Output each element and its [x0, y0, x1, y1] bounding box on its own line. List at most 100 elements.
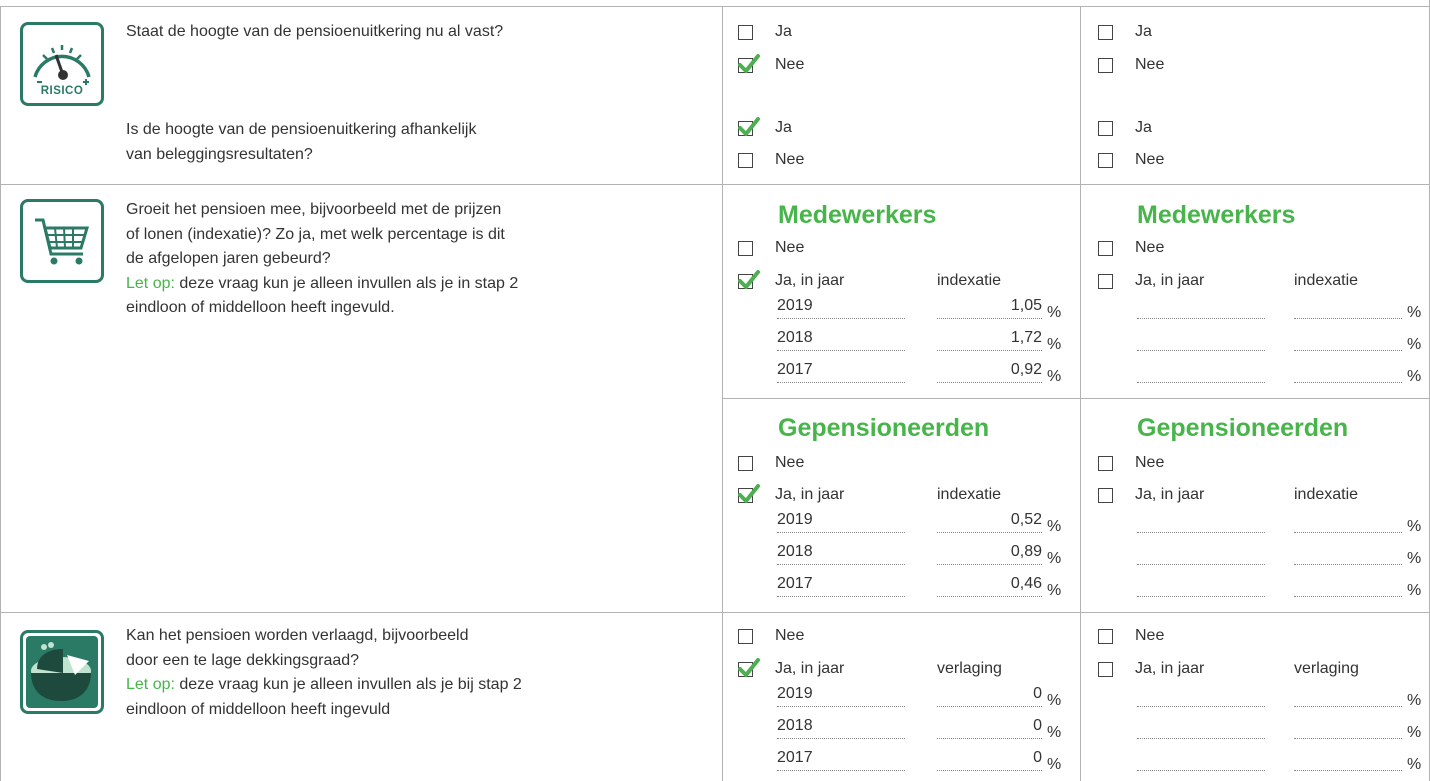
gepensioneerden-ja-checkbox-col2[interactable]: [1098, 488, 1113, 503]
gepensioneerden-nee-label-col1: Nee: [775, 454, 805, 471]
dotted-line: [937, 770, 1042, 771]
dotted-line: [777, 318, 905, 319]
beleggingen-ja-label-col1: Ja: [775, 119, 792, 136]
beleggingen-ja-checkbox-col1[interactable]: [738, 117, 760, 136]
question-indexatie-line5: eindloon of middelloon heeft ingevuld.: [126, 299, 395, 316]
question-beleggingen-line2: van beleggingsresultaten?: [126, 145, 313, 163]
percent-sign: %: [1407, 304, 1422, 321]
percent-sign: %: [1407, 582, 1422, 599]
year-field[interactable]: [1137, 350, 1265, 351]
check-icon: [738, 117, 760, 136]
question-verlaging-line1: Kan het pensioen worden verlaagd, bijvoo…: [126, 627, 469, 644]
check-icon: [738, 484, 760, 503]
dotted-line: [937, 382, 1042, 383]
question-verlaging: Kan het pensioen worden verlaagd, bijvoo…: [126, 624, 522, 722]
gepensioneerden-ja-label-col1: Ja, in jaar: [775, 486, 845, 503]
verlaging-ja-checkbox-col2[interactable]: [1098, 662, 1113, 677]
medewerkers-indexatie-header-col1: indexatie: [937, 272, 1002, 289]
percentage-field[interactable]: [1294, 706, 1402, 707]
percentage-field[interactable]: [1294, 532, 1402, 533]
dotted-line: [777, 564, 905, 565]
verlaging-value-2019: 0: [1033, 685, 1042, 702]
vast-nee-checkbox-col1[interactable]: [738, 54, 760, 73]
gepensioneerden-nee-checkbox-col1[interactable]: [738, 456, 753, 471]
medewerkers-nee-checkbox-col2[interactable]: [1098, 241, 1113, 256]
gepensioneerden-nee-checkbox-col2[interactable]: [1098, 456, 1113, 471]
beleggingen-nee-label-col1: Nee: [775, 151, 805, 168]
beleggingen-nee-label-col2: Nee: [1135, 151, 1165, 168]
percent-sign: %: [1047, 724, 1062, 741]
question-verlaging-line3: deze vraag kun je alleen invullen als je…: [174, 676, 522, 693]
verlaging-year-2019: 2019: [777, 685, 813, 702]
check-icon: [738, 270, 760, 289]
beleggingen-ja-checkbox-col2[interactable]: [1098, 121, 1113, 136]
question-indexatie-line4: deze vraag kun je alleen invullen als je…: [174, 274, 519, 292]
dotted-line: [777, 706, 905, 707]
gepensioneerden-value-2019: 0,52: [1010, 511, 1042, 528]
year-field[interactable]: [1137, 564, 1265, 565]
vast-ja-checkbox-col2[interactable]: [1098, 25, 1113, 40]
percent-sign: %: [1047, 336, 1062, 353]
beleggingen-nee-checkbox-col1[interactable]: [738, 153, 753, 168]
medewerkers-value-2018: 1,72: [1010, 329, 1042, 346]
verlaging-nee-checkbox-col2[interactable]: [1098, 629, 1113, 644]
medewerkers-year-2019: 2019: [777, 297, 813, 314]
percent-sign: %: [1407, 692, 1422, 709]
medewerkers-year-2018: 2018: [777, 329, 813, 346]
year-field[interactable]: [1137, 318, 1265, 319]
risk-gauge-icon: RISICO: [20, 22, 104, 106]
vast-nee-label-col1: Nee: [775, 56, 805, 73]
dotted-line: [777, 738, 905, 739]
verlaging-nee-label-col2: Nee: [1135, 627, 1165, 644]
medewerkers-ja-checkbox-col2[interactable]: [1098, 274, 1113, 289]
year-field[interactable]: [1137, 596, 1265, 597]
gepensioneerden-ja-checkbox-col1[interactable]: [738, 484, 760, 503]
dotted-line: [777, 382, 905, 383]
percentage-field[interactable]: [1294, 564, 1402, 565]
verlaging-year-2017: 2017: [777, 749, 813, 766]
percentage-field[interactable]: [1294, 738, 1402, 739]
question-vast: Staat de hoogte van de pensioenuitkering…: [126, 23, 504, 40]
beleggingen-nee-checkbox-col2[interactable]: [1098, 153, 1113, 168]
verlaging-nee-checkbox-col1[interactable]: [738, 629, 753, 644]
year-field[interactable]: [1137, 382, 1265, 383]
shopping-cart-icon: [20, 199, 104, 283]
medewerkers-value-2017: 0,92: [1010, 361, 1042, 378]
percentage-field[interactable]: [1294, 596, 1402, 597]
percent-sign: %: [1407, 336, 1422, 353]
medewerkers-year-2017: 2017: [777, 361, 813, 378]
medewerkers-nee-checkbox-col1[interactable]: [738, 241, 753, 256]
gepensioneerden-nee-label-col2: Nee: [1135, 454, 1165, 471]
percentage-field[interactable]: [1294, 318, 1402, 319]
vast-nee-checkbox-col2[interactable]: [1098, 58, 1113, 73]
percent-sign: %: [1407, 724, 1422, 741]
question-indexatie: Groeit het pensioen mee, bijvoorbeeld me…: [126, 198, 518, 321]
percentage-field[interactable]: [1294, 770, 1402, 771]
percent-sign: %: [1047, 368, 1062, 385]
vast-ja-label-col2: Ja: [1135, 23, 1152, 40]
year-field[interactable]: [1137, 706, 1265, 707]
percent-sign: %: [1047, 304, 1062, 321]
year-field[interactable]: [1137, 770, 1265, 771]
percentage-field[interactable]: [1294, 382, 1402, 383]
percent-sign: %: [1407, 550, 1422, 567]
dotted-line: [937, 350, 1042, 351]
verlaging-ja-label-col1: Ja, in jaar: [775, 660, 845, 677]
percent-sign: %: [1047, 756, 1062, 773]
divider-indexation-inner: [722, 398, 1430, 399]
percentage-field[interactable]: [1294, 350, 1402, 351]
vast-ja-checkbox-col1[interactable]: [738, 25, 753, 40]
medewerkers-ja-checkbox-col1[interactable]: [738, 270, 760, 289]
percent-sign: %: [1407, 756, 1422, 773]
year-field[interactable]: [1137, 532, 1265, 533]
question-beleggingen: Is de hoogte van de pensioenuitkering af…: [126, 118, 476, 167]
question-indexatie-line1: Groeit het pensioen mee, bijvoorbeeld me…: [126, 201, 502, 218]
year-field[interactable]: [1137, 738, 1265, 739]
gepensioneerden-ja-label-col2: Ja, in jaar: [1135, 486, 1205, 503]
question-indexatie-line2: of lonen (indexatie)? Zo ja, met welk pe…: [126, 225, 505, 243]
gepensioneerden-year-2019: 2019: [777, 511, 813, 528]
medewerkers-heading-col1: Medewerkers: [778, 201, 937, 229]
dotted-line: [777, 770, 905, 771]
column-divider-2: [1080, 6, 1081, 781]
verlaging-ja-checkbox-col1[interactable]: [738, 658, 760, 677]
